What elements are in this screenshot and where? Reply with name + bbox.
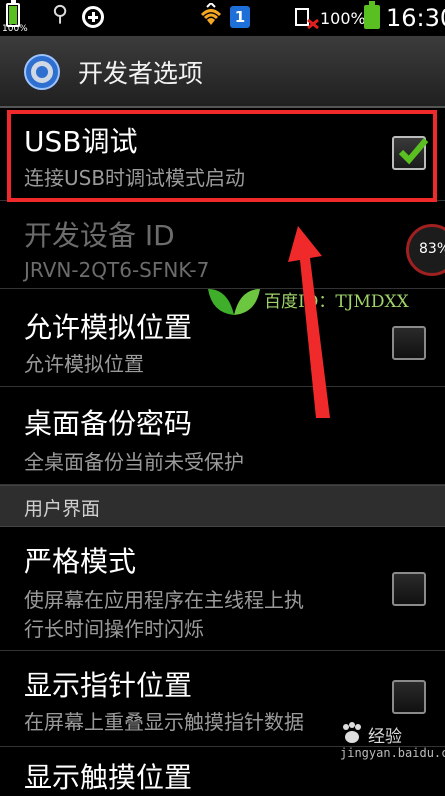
battery-full-icon bbox=[364, 1, 380, 29]
setting-title: 严格模式 bbox=[24, 545, 137, 578]
watermark: 百度ID：TJMDXX bbox=[206, 283, 436, 317]
setting-backup-password[interactable]: 桌面备份密码 全桌面备份当前未受保护 bbox=[0, 386, 445, 485]
gear-icon[interactable] bbox=[22, 52, 62, 92]
setting-subtitle: JRVN-2QT6-SFNK-7 bbox=[24, 258, 210, 282]
notification-badge: 1 bbox=[230, 6, 250, 28]
clock: 16:30 bbox=[386, 4, 445, 32]
brand-url: jingyan.baidu.com bbox=[340, 746, 445, 760]
brand-name: 经验 bbox=[368, 727, 402, 747]
title-bar: 开发者选项 bbox=[0, 36, 445, 108]
section-header-ui: 用户界面 bbox=[0, 485, 445, 527]
plus-icon bbox=[82, 6, 104, 28]
setting-subtitle: 允许模拟位置 bbox=[24, 352, 144, 376]
battery-right-percent: 100% bbox=[320, 9, 366, 28]
section-label: 用户界面 bbox=[24, 498, 101, 520]
usb-icon: ⚲ bbox=[52, 2, 69, 27]
battery-left-percent: 100% bbox=[2, 24, 28, 34]
baidu-jingyan-mark: 经验 jingyan.baidu.com bbox=[340, 722, 445, 768]
watermark-text: 百度ID：TJMDXX bbox=[264, 292, 409, 312]
setting-subtitle-line1: 使屏幕在应用程序在主线程上执 bbox=[24, 588, 304, 612]
pointer-location-checkbox[interactable] bbox=[392, 680, 426, 714]
wifi-icon bbox=[200, 3, 222, 25]
setting-strict-mode[interactable]: 严格模式 使屏幕在应用程序在主线程上执 行长时间操作时闪烁 bbox=[0, 526, 445, 651]
highlight-box bbox=[7, 110, 437, 202]
setting-title: 桌面备份密码 bbox=[24, 407, 193, 440]
mock-location-checkbox[interactable] bbox=[392, 326, 426, 360]
status-bar: 100% ⚲ 1 100% 16:30 bbox=[0, 0, 445, 36]
setting-title: 允许模拟位置 bbox=[24, 311, 193, 344]
setting-subtitle-line2: 行长时间操作时闪烁 bbox=[24, 617, 204, 641]
leaf-logo-icon bbox=[208, 289, 260, 315]
setting-title: 显示指针位置 bbox=[24, 669, 193, 702]
setting-title: 显示触摸位置 bbox=[24, 761, 193, 794]
setting-subtitle: 在屏幕上重叠显示触摸指针数据 bbox=[24, 710, 304, 734]
no-signal-icon bbox=[307, 18, 319, 30]
page-title: 开发者选项 bbox=[78, 59, 204, 88]
setting-device-id: 开发设备 ID JRVN-2QT6-SFNK-7 bbox=[0, 200, 445, 289]
strict-mode-checkbox[interactable] bbox=[392, 572, 426, 606]
setting-title: 开发设备 ID bbox=[24, 219, 175, 252]
setting-subtitle: 全桌面备份当前未受保护 bbox=[24, 450, 244, 474]
paw-icon bbox=[343, 722, 361, 743]
progress-badge-percent: 83% bbox=[419, 241, 445, 257]
